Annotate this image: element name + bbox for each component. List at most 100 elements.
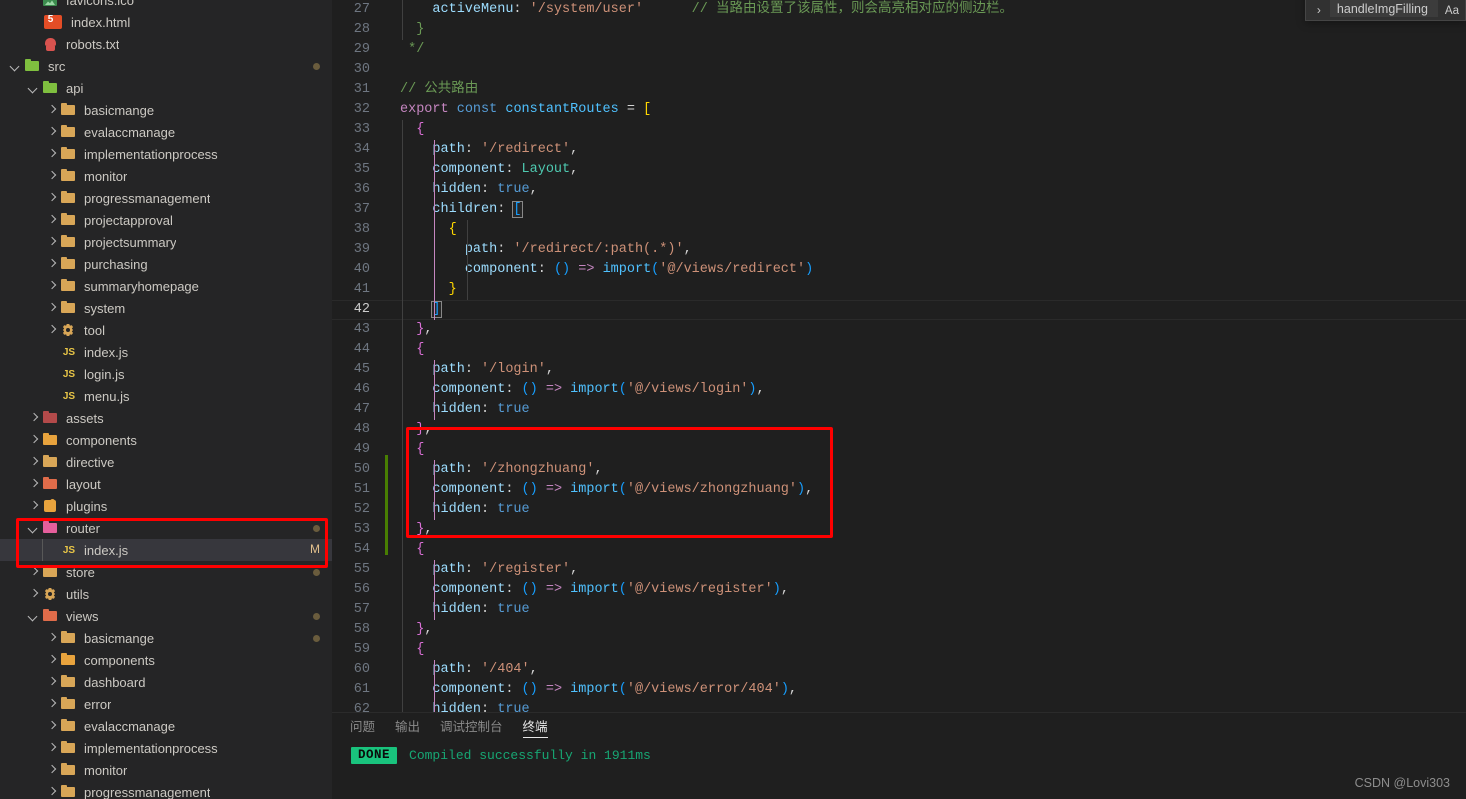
code-line[interactable]: 60 path: '/404', [332, 660, 1466, 680]
chevron-right-icon[interactable] [44, 212, 60, 228]
explorer-sidebar[interactable]: favicons.icoindex.htmlrobots.txtsrcapiba… [0, 0, 332, 799]
code-line[interactable]: 43 }, [332, 320, 1466, 340]
chevron-right-icon[interactable] [44, 718, 60, 734]
panel-tabs[interactable]: 问题 输出 调试控制台 终端 [332, 713, 1466, 741]
find-widget[interactable]: › handleImgFilling Aa [1304, 0, 1466, 21]
code-line[interactable]: 58 }, [332, 620, 1466, 640]
code-line[interactable]: 62 hidden: true [332, 700, 1466, 712]
tree-folder-summaryhomepage[interactable]: summaryhomepage [0, 275, 332, 297]
code-line[interactable]: 37 children: [ [332, 200, 1466, 220]
code-line[interactable]: 27 activeMenu: '/system/user' // 当路由设置了该… [332, 0, 1466, 20]
code-line[interactable]: 30 [332, 60, 1466, 80]
chevron-right-icon[interactable] [26, 410, 42, 426]
tree-folder-store[interactable]: store [0, 561, 332, 583]
panel-tab-3[interactable]: 终端 [522, 713, 548, 741]
code-line[interactable]: 34 path: '/redirect', [332, 140, 1466, 160]
code-line[interactable]: 28 } [332, 20, 1466, 40]
tree-folder-basicmange[interactable]: basicmange [0, 627, 332, 649]
tree-folder-dashboard[interactable]: dashboard [0, 671, 332, 693]
tree-folder-evalaccmanage[interactable]: evalaccmanage [0, 715, 332, 737]
code-line[interactable]: 36 hidden: true, [332, 180, 1466, 200]
chevron-right-icon[interactable] [44, 146, 60, 162]
tree-file-favicons-ico[interactable]: favicons.ico [0, 0, 332, 11]
tree-file-index-html[interactable]: index.html [0, 11, 332, 33]
code-line[interactable]: 35 component: Layout, [332, 160, 1466, 180]
chevron-right-icon[interactable] [26, 564, 42, 580]
tree-folder-plugins[interactable]: plugins [0, 495, 332, 517]
tree-folder-directive[interactable]: directive [0, 451, 332, 473]
panel-tab-1[interactable]: 输出 [395, 713, 420, 741]
chevron-right-icon[interactable] [44, 124, 60, 140]
code-line[interactable]: 38 { [332, 220, 1466, 240]
code-line[interactable]: 56 component: () => import('@/views/regi… [332, 580, 1466, 600]
chevron-right-icon[interactable] [44, 762, 60, 778]
chevron-right-icon[interactable] [44, 102, 60, 118]
code-line[interactable]: 52 hidden: true [332, 500, 1466, 520]
code-line[interactable]: 45 path: '/login', [332, 360, 1466, 380]
tree-folder-projectapproval[interactable]: projectapproval [0, 209, 332, 231]
chevron-down-icon[interactable] [26, 608, 42, 624]
code-line[interactable]: 39 path: '/redirect/:path(.*)', [332, 240, 1466, 260]
tree-folder-utils[interactable]: utils [0, 583, 332, 605]
tree-folder-error[interactable]: error [0, 693, 332, 715]
code-line[interactable]: 55 path: '/register', [332, 560, 1466, 580]
chevron-right-icon[interactable] [44, 740, 60, 756]
chevron-right-icon[interactable] [44, 278, 60, 294]
code-line[interactable]: 29 */ [332, 40, 1466, 60]
tree-folder-basicmange[interactable]: basicmange [0, 99, 332, 121]
tree-folder-src[interactable]: src [0, 55, 332, 77]
tree-folder-tool[interactable]: tool [0, 319, 332, 341]
tree-folder-assets[interactable]: assets [0, 407, 332, 429]
chevron-down-icon[interactable] [8, 58, 24, 74]
code-line[interactable]: 51 component: () => import('@/views/zhon… [332, 480, 1466, 500]
chevron-right-icon[interactable] [44, 696, 60, 712]
code-line[interactable]: 31 // 公共路由 [332, 80, 1466, 100]
code-line[interactable]: 54 { [332, 540, 1466, 560]
code-line[interactable]: 33 { [332, 120, 1466, 140]
chevron-right-icon[interactable] [44, 256, 60, 272]
chevron-down-icon[interactable] [26, 520, 42, 536]
tree-folder-components[interactable]: components [0, 649, 332, 671]
tree-folder-progressmanagement[interactable]: progressmanagement [0, 187, 332, 209]
tree-file-menu-js[interactable]: JS menu.js [0, 385, 332, 407]
match-case-icon[interactable]: Aa [1445, 5, 1459, 17]
code-line[interactable]: 61 component: () => import('@/views/erro… [332, 680, 1466, 700]
tree-folder-components[interactable]: components [0, 429, 332, 451]
code-line[interactable]: 42 ] [332, 300, 1466, 320]
code-line[interactable]: 50 path: '/zhongzhuang', [332, 460, 1466, 480]
tree-file-robots-txt[interactable]: robots.txt [0, 33, 332, 55]
code-editor[interactable]: 27 activeMenu: '/system/user' // 当路由设置了该… [332, 0, 1466, 712]
panel-tab-0[interactable]: 问题 [350, 713, 375, 741]
tree-file-login-js[interactable]: JS login.js [0, 363, 332, 385]
panel-tab-2[interactable]: 调试控制台 [440, 713, 503, 741]
file-tree[interactable]: favicons.icoindex.htmlrobots.txtsrcapiba… [0, 0, 332, 799]
chevron-right-icon[interactable] [44, 630, 60, 646]
tree-folder-purchasing[interactable]: purchasing [0, 253, 332, 275]
code-line[interactable]: 46 component: () => import('@/views/logi… [332, 380, 1466, 400]
chevron-right-icon[interactable] [44, 300, 60, 316]
chevron-right-icon[interactable] [44, 190, 60, 206]
chevron-right-icon[interactable] [26, 454, 42, 470]
chevron-right-icon[interactable] [44, 784, 60, 799]
chevron-right-icon[interactable] [26, 586, 42, 602]
code-line[interactable]: 32 export const constantRoutes = [ [332, 100, 1466, 120]
chevron-right-icon[interactable] [44, 322, 60, 338]
code-line[interactable]: 53 }, [332, 520, 1466, 540]
code-line[interactable]: 41 } [332, 280, 1466, 300]
tree-folder-system[interactable]: system [0, 297, 332, 319]
tree-file-index-js[interactable]: JS index.js [0, 341, 332, 363]
tree-folder-api[interactable]: api [0, 77, 332, 99]
code-line[interactable]: 48 }, [332, 420, 1466, 440]
tree-folder-monitor[interactable]: monitor [0, 165, 332, 187]
chevron-right-icon[interactable] [44, 168, 60, 184]
chevron-right-icon[interactable] [44, 652, 60, 668]
tree-folder-progressmanagement[interactable]: progressmanagement [0, 781, 332, 799]
code-line[interactable]: 44 { [332, 340, 1466, 360]
tree-folder-implementationprocess[interactable]: implementationprocess [0, 143, 332, 165]
chevron-right-icon[interactable] [44, 234, 60, 250]
code-line[interactable]: 40 component: () => import('@/views/redi… [332, 260, 1466, 280]
chevron-right-icon[interactable] [26, 498, 42, 514]
find-input[interactable]: handleImgFilling [1329, 0, 1438, 17]
code-line[interactable]: 59 { [332, 640, 1466, 660]
chevron-right-icon[interactable] [26, 476, 42, 492]
